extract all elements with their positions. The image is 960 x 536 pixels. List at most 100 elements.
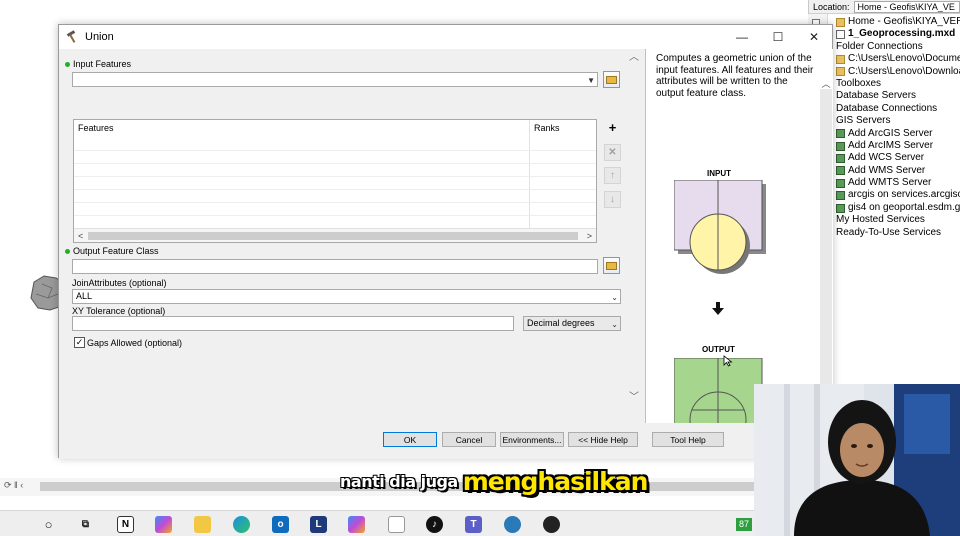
copilot-pro-icon[interactable] [348,516,365,533]
location-field[interactable]: Home - Geofis\KIYA_VE [853,0,960,13]
browse-output-button[interactable] [603,257,620,274]
browse-input-button[interactable] [603,71,620,88]
catalog-item-label: C:\Users\Lenovo\Download [848,65,960,77]
scroll-right-icon[interactable]: > [587,229,592,243]
dialog-button-bar: OK Cancel Environments... << Hide Help T… [59,423,832,459]
catalog-item[interactable]: C:\Users\Lenovo\Documen [836,53,960,65]
file-explorer-icon[interactable] [194,516,211,533]
scroll-track[interactable] [820,89,832,387]
output-feature-class-input[interactable] [72,259,598,274]
scroll-down-icon[interactable]: ﹀ [629,393,639,403]
move-up-button[interactable]: ↑ [604,167,621,184]
app-l-icon[interactable]: L [310,516,327,533]
subtitle-part-1: nanti dia juga [340,471,458,491]
close-button[interactable]: ✕ [796,25,832,49]
join-attributes-select[interactable]: ALL ⌄ [72,289,621,304]
catalog-item[interactable]: gis4 on geoportal.esdm.go. [836,202,960,214]
environments-button[interactable]: Environments... [500,432,564,447]
catalog-item[interactable]: Database Servers [836,90,960,102]
catalog-item[interactable]: Add WMTS Server [836,177,960,189]
server-icon [836,178,845,188]
form-vertical-scrollbar[interactable]: ︿ ﹀ [626,53,642,423]
minimize-button[interactable]: — [724,25,760,49]
ok-button[interactable]: OK [383,432,437,447]
battery-badge[interactable]: 87 [736,518,753,531]
union-dialog: Union — ☐ ✕ Input Features ▼ Features Ra… [58,24,833,459]
copilot-icon[interactable] [155,516,172,533]
chevron-down-icon[interactable]: ▼ [587,74,595,87]
catalog-item[interactable]: Add ArcGIS Server [836,128,960,140]
catalog-item[interactable]: GIS Servers [836,115,960,127]
edge-icon[interactable] [233,516,250,533]
location-label: Location: [813,1,850,12]
catalog-item-label: Home - Geofis\KIYA_VERSITY [848,16,960,27]
folder-icon [836,17,845,27]
catalog-item[interactable]: Toolboxes [836,78,960,90]
catalog-item-label: Add ArcGIS Server [848,127,933,139]
tiktok-icon[interactable]: ♪ [426,516,443,533]
cancel-button[interactable]: Cancel [442,432,496,447]
chevron-down-icon[interactable]: ⌄ [611,291,618,304]
parameters-panel: Input Features ▼ Features Ranks < > + ✕ … [59,49,644,447]
catalog-item[interactable]: Add WMS Server [836,165,960,177]
task-view-icon[interactable]: ⧉ [77,516,94,533]
remove-row-button[interactable]: ✕ [604,144,621,161]
gaps-allowed-checkbox[interactable]: ✓ [74,337,85,348]
xy-unit-select[interactable]: Decimal degrees ⌄ [523,316,621,331]
scroll-up-icon[interactable]: ︿ [629,53,639,63]
ranks-column-header[interactable]: Ranks [534,123,560,133]
help-vertical-scrollbar[interactable]: ︿ [820,77,832,397]
search-icon[interactable]: ○ [40,516,57,533]
maximize-button[interactable]: ☐ [760,25,796,49]
catalog-item-label: Add WCS Server [848,152,925,164]
chevron-down-icon[interactable]: ⌄ [611,318,618,331]
open-folder-icon [606,261,617,270]
features-column-header[interactable]: Features [78,123,114,133]
help-panel: Computes a geometric union of the input … [645,49,833,449]
teams-icon[interactable]: T [465,516,482,533]
catalog-item-label: My Hosted Services [836,214,925,226]
column-divider [529,120,530,228]
catalog-item[interactable]: 1_Geoprocessing.mxd [836,28,960,40]
mouse-cursor-icon [723,355,733,367]
server-icon [836,166,845,176]
refresh-pause-icons[interactable]: ⟳ ‖ ‹ [4,480,23,491]
xy-tolerance-input[interactable] [72,316,514,331]
arrow-down-icon: ↓ [610,194,615,205]
tool-help-button[interactable]: Tool Help [652,432,724,447]
server-icon [836,129,845,139]
table-row [74,215,596,216]
catalog-item-label: 1_Geoprocessing.mxd [848,28,956,40]
catalog-item[interactable]: arcgis on services.arcgisonli [836,189,960,201]
scroll-left-icon[interactable]: < [78,229,83,243]
input-features-label: Input Features [65,59,131,69]
x-icon: ✕ [608,147,617,158]
catalog-item[interactable]: Add ArcIMS Server [836,140,960,152]
hammer-icon [66,30,76,43]
catalog-item[interactable]: Database Connections [836,103,960,115]
catalog-item[interactable]: Add WCS Server [836,152,960,164]
move-down-button[interactable]: ↓ [604,191,621,208]
catalog-item[interactable]: Folder Connections [836,41,960,53]
input-features-combo[interactable]: ▼ [72,72,598,87]
catalog-tree: Home - Geofis\KIYA_VERSITY1_Geoprocessin… [836,16,960,239]
scroll-thumb[interactable] [88,232,578,240]
notion-icon[interactable]: N [117,516,134,533]
hide-help-button[interactable]: << Hide Help [568,432,638,447]
catalog-item-label: Add WMS Server [848,164,926,176]
catalog-item-label: arcgis on services.arcgisonli [848,189,960,201]
arcgis-icon[interactable] [504,516,521,533]
notepad-icon[interactable] [388,516,405,533]
gaps-allowed-label: Gaps Allowed (optional) [87,338,183,348]
table-horizontal-scrollbar[interactable]: < > [74,228,596,242]
dialog-titlebar[interactable]: Union — ☐ ✕ [59,25,832,49]
record-icon[interactable] [543,516,560,533]
outlook-icon[interactable]: o [272,516,289,533]
features-table[interactable]: Features Ranks < > [73,119,597,243]
catalog-item[interactable]: Home - Geofis\KIYA_VERSITY [836,16,960,28]
catalog-item[interactable]: C:\Users\Lenovo\Download [836,66,960,78]
required-dot-icon [65,248,70,254]
catalog-item[interactable]: My Hosted Services [836,214,960,226]
catalog-item[interactable]: Ready-To-Use Services [836,227,960,239]
add-row-button[interactable]: + [604,119,621,136]
